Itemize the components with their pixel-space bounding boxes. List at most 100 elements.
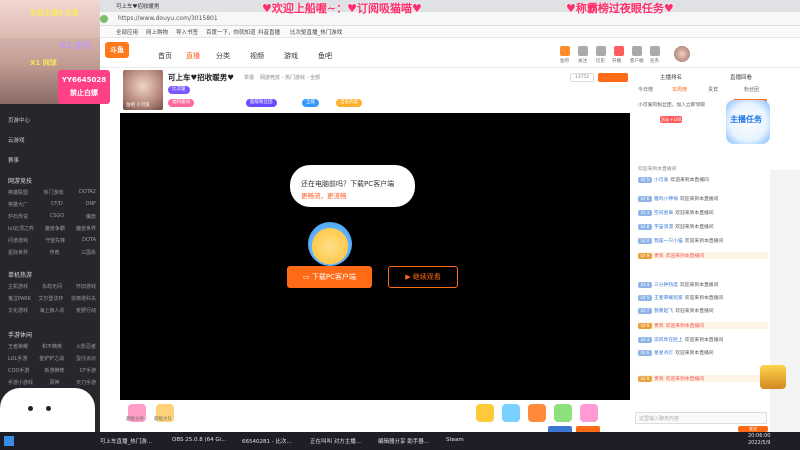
bookmark-item[interactable]: 百度一下，你就知道	[206, 28, 256, 36]
sidebar-link[interactable]: 传奇	[49, 249, 59, 256]
chat-username[interactable]: 空间星辰	[654, 211, 673, 216]
gift-icon[interactable]	[554, 404, 572, 422]
sidebar-row[interactable]: 星际世界 传奇 三国杀	[8, 249, 96, 256]
continue-watching-button[interactable]: ▶ 继续观看	[388, 266, 458, 288]
sidebar-row[interactable]: 英雄大厂 CF/D DNF	[8, 201, 96, 208]
tab-replay[interactable]: 直播回看	[730, 73, 752, 81]
sidebar-link[interactable]: lol云顶之弈	[8, 225, 34, 232]
sidebar-link[interactable]: 英雄联盟	[8, 189, 28, 196]
taskbar-item[interactable]: 66540281 - 比次...	[242, 437, 292, 445]
chat-message[interactable]: LV 3 空间星辰 欢迎来到本直播间	[638, 209, 768, 216]
chat-message[interactable]: LV 7 我要起飞 欢迎来到本直播间	[638, 307, 768, 314]
streamer-task-badge[interactable]: 主播任务	[726, 100, 770, 144]
sidebar-link[interactable]: 永劫无间	[42, 283, 62, 290]
tab-streamer-rank[interactable]: 主播排名	[660, 73, 682, 81]
chat-message[interactable]: LV 5 王者荣耀玩家 欢迎来到本直播间	[638, 294, 768, 301]
chat-scrollbar[interactable]	[770, 170, 800, 432]
sidebar-link[interactable]: 三国杀	[81, 249, 96, 256]
bookmark-item[interactable]: 全部应用	[116, 28, 138, 36]
sidebar-link[interactable]: DNF	[86, 201, 96, 208]
sidebar-link[interactable]: 艾尔登法环	[38, 295, 63, 302]
follow-button[interactable]	[598, 73, 628, 82]
tab-today[interactable]: 今日榜	[638, 86, 653, 93]
sidebar-link[interactable]: DOTA	[82, 237, 96, 244]
sidebar-row[interactable]: 手游小游戏 原神 天刀手游	[8, 379, 96, 386]
start-icon[interactable]	[4, 436, 14, 446]
sidebar-link[interactable]: 炉石传说	[8, 213, 28, 220]
sidebar-row[interactable]: lol云顶之弈 魔兽争霸 魔兽世界	[8, 225, 96, 232]
sidebar-link[interactable]: 天刀手游	[76, 379, 96, 386]
sidebar-link[interactable]: CF/D	[51, 201, 63, 208]
sidebar-link[interactable]: 王者荣耀	[8, 343, 28, 350]
follow-icon[interactable]	[578, 46, 588, 56]
room-tag[interactable]: 比次驱	[168, 86, 190, 94]
sidebar-link[interactable]: 原神	[49, 379, 59, 386]
chat-username[interactable]: 我要起飞	[654, 309, 673, 314]
sidebar-row[interactable]: 鬼泣PARK 艾尔登法环 逃离塔科夫	[8, 295, 96, 302]
browser-tab[interactable]: 可上车♥招收暖男	[116, 2, 159, 10]
sidebar-link[interactable]: COD手游	[8, 367, 29, 374]
room-tag[interactable]: 超级粉丝团	[246, 99, 277, 107]
sidebar-link[interactable]: 星际世界	[8, 249, 28, 256]
sidebar-link[interactable]: 和平精英	[42, 343, 62, 350]
chat-username[interactable]: 三分钟热度	[654, 283, 678, 288]
sidebar-link[interactable]: 蛋仔派对	[76, 355, 96, 362]
nav-games[interactable]: 游戏	[284, 51, 298, 61]
tab-week[interactable]: 本周榜	[672, 86, 687, 93]
chat-username[interactable]: 贵宾	[654, 324, 664, 329]
taskbar-item[interactable]: 编辑器分享 助手器...	[378, 437, 429, 445]
report-link[interactable]: 举报	[244, 74, 254, 81]
sidebar-item-events[interactable]: 赛事	[8, 156, 19, 164]
sidebar-link[interactable]: 海上狼人杀	[39, 307, 64, 314]
broadcast-icon[interactable]	[614, 46, 624, 56]
bookmark-item[interactable]: 比次驱直播_热门游戏	[290, 28, 342, 36]
gift-icon[interactable]	[528, 404, 546, 422]
chat-message[interactable]: LV 4 三分钟热度 欢迎来到本直播间	[638, 281, 768, 288]
sidebar-link[interactable]: 鬼泣PARK	[8, 295, 31, 302]
sidebar-link[interactable]: 火影忍者	[76, 343, 96, 350]
chat-username[interactable]: 宇宙浪漫	[654, 225, 673, 230]
chat-message[interactable]: LV 2 我是一只小猫 欢迎来到本直播间	[638, 237, 768, 244]
sidebar-link[interactable]: DOTA2	[79, 189, 96, 196]
nav-home[interactable]: 首页	[158, 51, 172, 61]
bookmark-item[interactable]: 抖音直播	[258, 28, 280, 36]
taskbar-item[interactable]: 正在叫叫 对方主播...	[310, 437, 361, 445]
bookmark-item[interactable]: 网上购物	[146, 28, 168, 36]
sidebar-link[interactable]: 问道游戏	[8, 237, 28, 244]
chat-message[interactable]: LV 8 宇宙浪漫 欢迎来到本直播间	[638, 223, 768, 230]
chat-vip-message[interactable]: LV 9 贵宾 欢迎来到本直播间	[638, 375, 768, 382]
trophy-icon[interactable]	[760, 365, 786, 389]
sidebar-link[interactable]: 守望先锋	[45, 237, 65, 244]
chat-username[interactable]: 凉风吹在脸上	[654, 338, 683, 343]
sidebar-row[interactable]: 文化游戏 海上狼人杀 荒野行动	[8, 307, 96, 314]
nav-fishbar[interactable]: 鱼吧	[318, 51, 332, 61]
site-logo[interactable]: 斗鱼	[105, 42, 129, 58]
room-category[interactable]: 网游竞技 - 热门游戏 - 全部	[260, 74, 320, 81]
bookmark-item[interactable]: 导入书签	[176, 28, 198, 36]
sidebar-item-cloudgame[interactable]: 云游戏	[8, 136, 25, 144]
taskbar-item[interactable]: Steam	[446, 437, 464, 443]
chat-message[interactable]: LV 6 星星点灯 欢迎来到本直播间	[638, 349, 768, 356]
room-tag[interactable]: 当前热度	[336, 99, 362, 107]
chat-username[interactable]: 我是一只小猫	[654, 239, 683, 244]
chat-username[interactable]: 贵宾	[654, 377, 664, 382]
sidebar-link[interactable]: 文化游戏	[8, 307, 28, 314]
sidebar-link[interactable]: 热门游戏	[43, 189, 63, 196]
fishbar-icon[interactable]	[560, 46, 570, 56]
taskbar-clock[interactable]: 20:06:00 2022/5/9	[748, 433, 770, 447]
chat-username[interactable]: 王者荣耀玩家	[654, 296, 683, 301]
chat-message[interactable]: LV 6 雁鸣小神探 欢迎来到本直播间	[638, 195, 768, 202]
room-tag[interactable]: 福利驱动	[168, 99, 194, 107]
taskbar-item[interactable]: OBS 25.0.8 (64 Gi...	[172, 437, 226, 443]
chat-message[interactable]: LV 3 凉风吹在脸上 欢迎来到本直播间	[638, 336, 768, 343]
task-icon[interactable]	[650, 46, 660, 56]
client-icon[interactable]	[632, 46, 642, 56]
sidebar-link[interactable]: LOL手游	[8, 355, 27, 362]
sidebar-link[interactable]: 逃离塔科夫	[71, 295, 96, 302]
nav-video[interactable]: 视频	[250, 51, 264, 61]
sidebar-row[interactable]: 王者荣耀 和平精英 火影忍者	[8, 343, 96, 350]
sidebar-link[interactable]: CF手游	[80, 367, 96, 374]
chat-vip-message[interactable]: LV 9 贵宾 欢迎来到本直播间	[638, 252, 768, 259]
sidebar-link[interactable]: 魔兽世界	[76, 225, 96, 232]
sidebar-link[interactable]: 魔兽	[86, 213, 96, 220]
